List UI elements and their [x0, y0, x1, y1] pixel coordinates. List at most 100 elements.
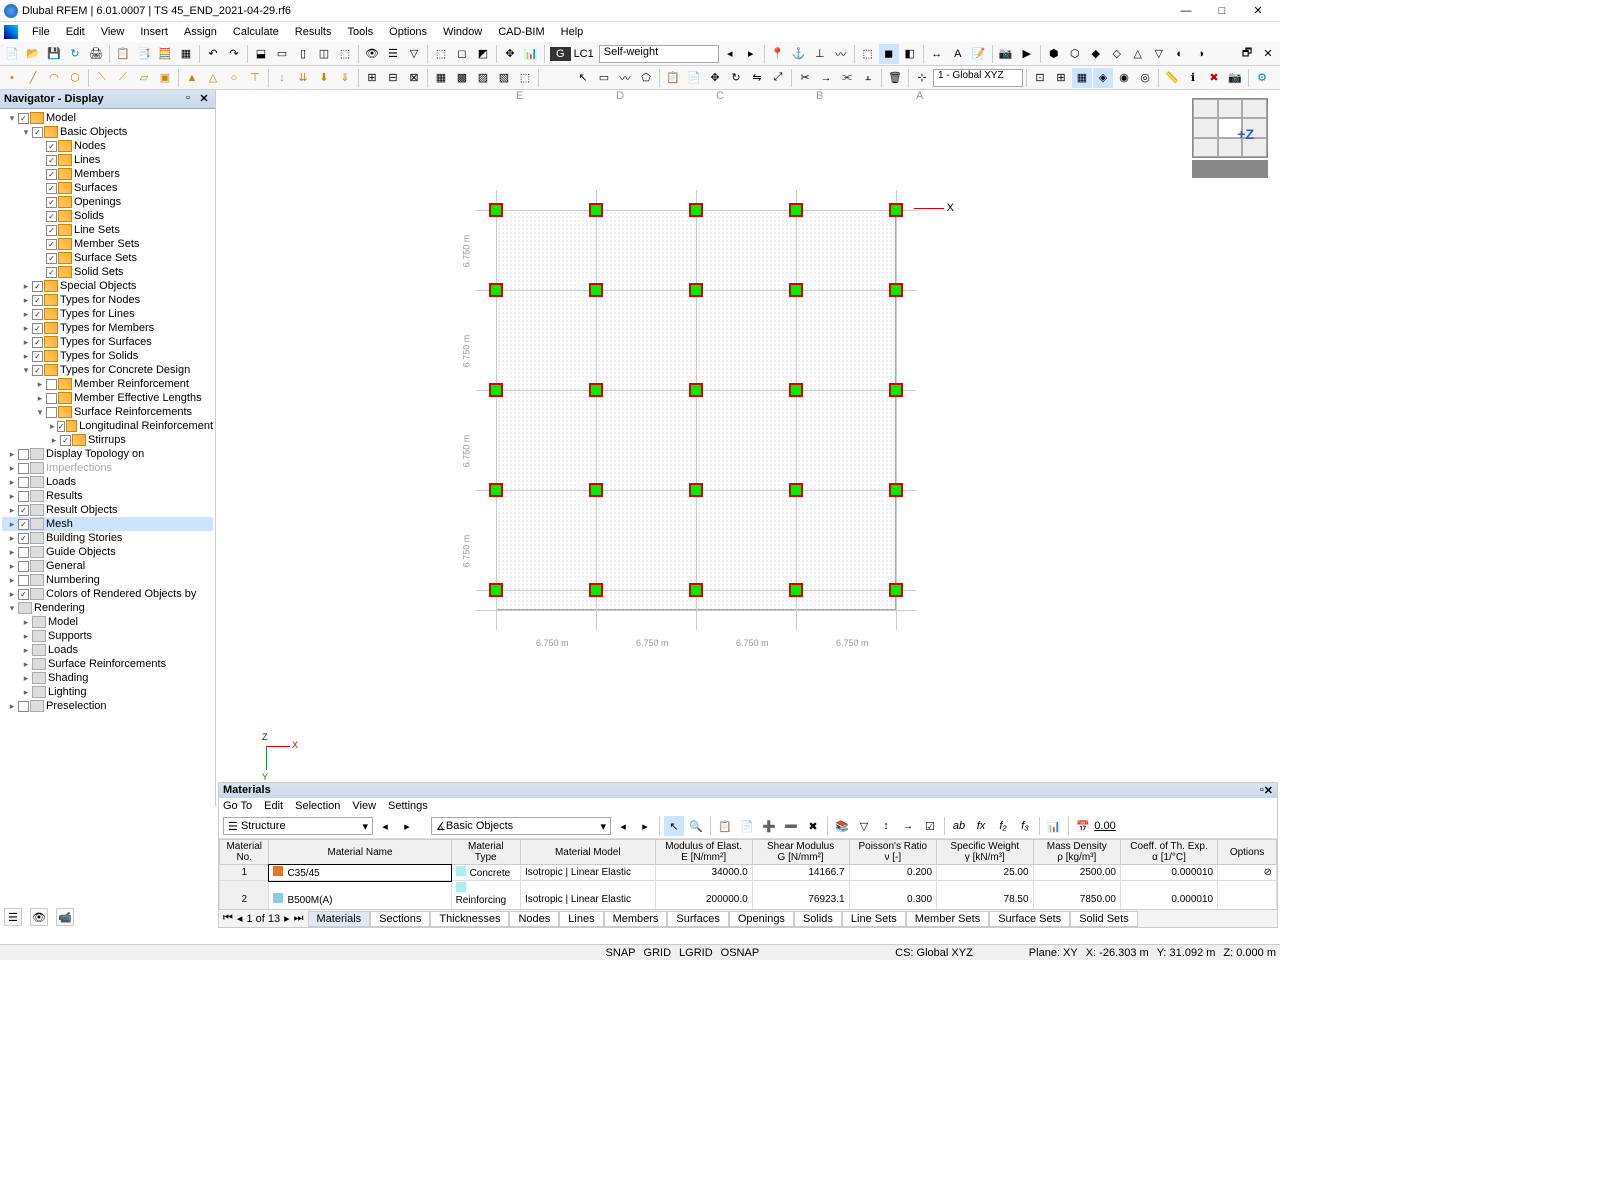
tab-next-icon[interactable]: ▸	[284, 912, 290, 925]
tb2-del-icon[interactable]: 🗑	[885, 68, 905, 88]
column-node[interactable]	[789, 283, 803, 297]
tb-anchor-icon[interactable]: ⚓	[789, 44, 809, 64]
tree-node[interactable]: Openings	[2, 195, 213, 209]
mat-prev2-icon[interactable]: ◂	[613, 816, 633, 836]
column-node[interactable]	[689, 383, 703, 397]
column-node[interactable]	[489, 583, 503, 597]
tb-design8-icon[interactable]: ◑	[1191, 44, 1211, 64]
tree-node[interactable]: ▾Surface Reinforcements	[2, 405, 213, 419]
tb2-settings-icon[interactable]: ⚙	[1252, 68, 1272, 88]
tree-checkbox[interactable]	[46, 197, 57, 208]
tb-spring-icon[interactable]: 〰	[831, 44, 851, 64]
tb2-move-icon[interactable]: ✥	[705, 68, 725, 88]
loadcase-selector[interactable]: Self-weight	[599, 45, 719, 63]
nav-mode-tree-icon[interactable]: ☰	[4, 908, 22, 926]
table-row[interactable]: 1C35/45ConcreteIsotropic | Linear Elasti…	[220, 865, 1277, 881]
cs-selector[interactable]: 1 - Global XYZ	[933, 69, 1023, 87]
tree-node[interactable]: ▸Types for Members	[2, 321, 213, 335]
tb-lc-prev-icon[interactable]: ◂	[720, 44, 740, 64]
tree-checkbox[interactable]	[18, 547, 29, 558]
column-node[interactable]	[589, 483, 603, 497]
menu-help[interactable]: Help	[553, 24, 592, 40]
tree-checkbox[interactable]	[32, 295, 43, 306]
column-node[interactable]	[889, 383, 903, 397]
tb2-split-icon[interactable]: ⫠	[858, 68, 878, 88]
mat-fx4-icon[interactable]: f₃	[1015, 816, 1035, 836]
tree-checkbox[interactable]	[18, 449, 29, 460]
tree-checkbox[interactable]	[46, 183, 57, 194]
tb-design1-icon[interactable]: ⬢	[1044, 44, 1064, 64]
tb-close-icon[interactable]: ✕	[1258, 44, 1278, 64]
tb-design4-icon[interactable]: ◇	[1107, 44, 1127, 64]
tb-lc-next-icon[interactable]: ▸	[741, 44, 761, 64]
menu-insert[interactable]: Insert	[132, 24, 176, 40]
tb2-solid-icon[interactable]: ▣	[155, 68, 175, 88]
mat-next-icon[interactable]: ▸	[397, 816, 417, 836]
tb2-arc-icon[interactable]: ◠	[44, 68, 64, 88]
tree-node[interactable]: ▸Numbering	[2, 573, 213, 587]
tree-node[interactable]: ▸Longitudinal Reinforcement	[2, 419, 213, 433]
column-node[interactable]	[589, 203, 603, 217]
mat-insert-icon[interactable]: ➕	[759, 816, 779, 836]
tree-node[interactable]: ▸Member Reinforcement	[2, 377, 213, 391]
tab-last-icon[interactable]: ⏭	[294, 912, 304, 925]
tb-cam-icon[interactable]: 📷	[996, 44, 1016, 64]
tb2-join-icon[interactable]: ⫘	[837, 68, 857, 88]
tb-undo-icon[interactable]: ↶	[203, 44, 223, 64]
navigator-close-icon[interactable]: ✕	[197, 92, 211, 106]
menu-tools[interactable]: Tools	[339, 24, 381, 40]
tb-view4-icon[interactable]: ⬚	[335, 44, 355, 64]
tree-checkbox[interactable]	[32, 323, 43, 334]
navigator-tree[interactable]: ▾Model▾Basic ObjectsNodesLinesMembersSur…	[0, 109, 215, 806]
tb2-snap2-icon[interactable]: ⊞	[1051, 68, 1071, 88]
tree-checkbox[interactable]	[18, 477, 29, 488]
mat-menu-edit[interactable]: Edit	[264, 800, 283, 812]
column-node[interactable]	[489, 203, 503, 217]
tb-refresh-icon[interactable]: ↻	[65, 44, 85, 64]
tree-checkbox[interactable]	[46, 169, 57, 180]
tb2-load1-icon[interactable]: ↓	[272, 68, 292, 88]
table-tab[interactable]: Members	[604, 911, 668, 927]
tree-node[interactable]: Solid Sets	[2, 265, 213, 279]
navigation-cube[interactable]: +Z	[1192, 98, 1268, 188]
tab-prev-icon[interactable]: ◂	[237, 912, 243, 925]
tb-fixed-icon[interactable]: ⊥	[810, 44, 830, 64]
tree-node[interactable]: ▸Supports	[2, 629, 213, 643]
tree-checkbox[interactable]	[32, 127, 43, 138]
tree-node[interactable]: ▸Result Objects	[2, 503, 213, 517]
tree-checkbox[interactable]	[46, 253, 57, 264]
tree-node[interactable]: ▸Types for Solids	[2, 349, 213, 363]
tb2-extend-icon[interactable]: →	[816, 68, 836, 88]
tree-checkbox[interactable]	[32, 281, 43, 292]
tb2-info-icon[interactable]: ℹ	[1183, 68, 1203, 88]
tb-design3-icon[interactable]: ◆	[1086, 44, 1106, 64]
column-node[interactable]	[889, 283, 903, 297]
tb-report-icon[interactable]: 📑	[134, 44, 154, 64]
tree-node[interactable]: ▸Loads	[2, 643, 213, 657]
column-node[interactable]	[889, 483, 903, 497]
column-node[interactable]	[589, 283, 603, 297]
tb-show-icon[interactable]: 👁	[362, 44, 382, 64]
tree-node[interactable]: Members	[2, 167, 213, 181]
tree-node[interactable]: ▸Lighting	[2, 685, 213, 699]
tree-checkbox[interactable]	[46, 225, 57, 236]
tb2-surf-icon[interactable]: ▱	[134, 68, 154, 88]
maximize-button[interactable]: □	[1204, 1, 1240, 21]
tb-filter-icon[interactable]: ▽	[404, 44, 424, 64]
tb2-set2-icon[interactable]: ⊟	[383, 68, 403, 88]
tb-invert-icon[interactable]: ◩	[473, 44, 493, 64]
tree-checkbox[interactable]	[46, 393, 57, 404]
mat-copy-icon[interactable]: 📋	[715, 816, 735, 836]
menu-results[interactable]: Results	[287, 24, 340, 40]
tb2-beam-icon[interactable]: ⟋	[113, 68, 133, 88]
mat-find-icon[interactable]: 🔍	[686, 816, 706, 836]
column-node[interactable]	[489, 283, 503, 297]
tb2-node-icon[interactable]: •	[2, 68, 22, 88]
mat-menu-settings[interactable]: Settings	[388, 800, 428, 812]
tb-pin-icon[interactable]: 📍	[768, 44, 788, 64]
minimize-button[interactable]: —	[1168, 1, 1204, 21]
tree-checkbox[interactable]	[18, 533, 29, 544]
tree-node[interactable]: ▾Basic Objects	[2, 125, 213, 139]
tb-wire-icon[interactable]: ⬚	[858, 44, 878, 64]
tb2-snap3-icon[interactable]: ▦	[1072, 68, 1092, 88]
